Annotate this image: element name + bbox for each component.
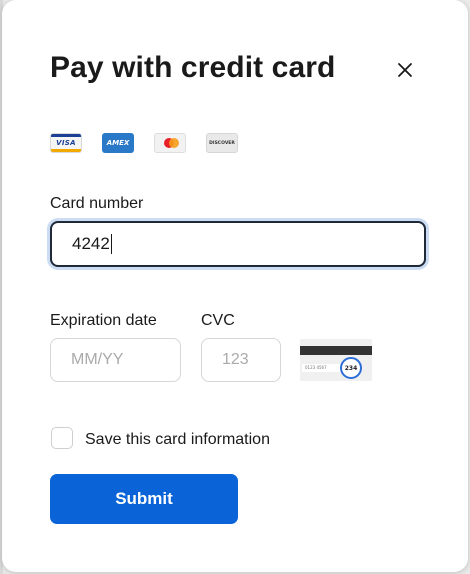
expiration-placeholder: MM/YY (71, 351, 124, 368)
card-number-input[interactable]: 4242 (50, 221, 426, 267)
discover-logo-icon: DISCOVER (206, 133, 238, 153)
save-card-checkbox[interactable] (51, 427, 73, 449)
modal-title: Pay with credit card (50, 51, 336, 84)
close-button[interactable] (392, 57, 418, 83)
mastercard-logo-icon (154, 133, 186, 153)
visa-logo-icon: VISA (50, 133, 82, 153)
submit-button[interactable]: Submit (50, 474, 238, 524)
expiration-date-label: Expiration date (50, 312, 157, 329)
signature-strip: 0123 4567 (302, 364, 342, 372)
amex-logo-icon: AMEX (102, 133, 134, 153)
card-number-value: 4242 (72, 234, 110, 253)
text-caret (110, 234, 112, 254)
payment-modal: Pay with credit card VISA AMEX DISCOVER … (2, 0, 468, 572)
cvc-card-back-icon: 0123 4567 234 (300, 339, 372, 381)
close-icon (398, 63, 412, 77)
cvc-input[interactable]: 123 (201, 338, 281, 382)
cvc-label: CVC (201, 312, 235, 329)
cvc-highlight: 234 (340, 357, 362, 379)
save-card-label[interactable]: Save this card information (85, 431, 270, 449)
card-brand-list: VISA AMEX DISCOVER (50, 133, 238, 153)
cvc-placeholder: 123 (222, 351, 249, 368)
magnetic-stripe (300, 346, 372, 355)
card-number-label: Card number (50, 195, 144, 212)
expiration-date-input[interactable]: MM/YY (50, 338, 181, 382)
